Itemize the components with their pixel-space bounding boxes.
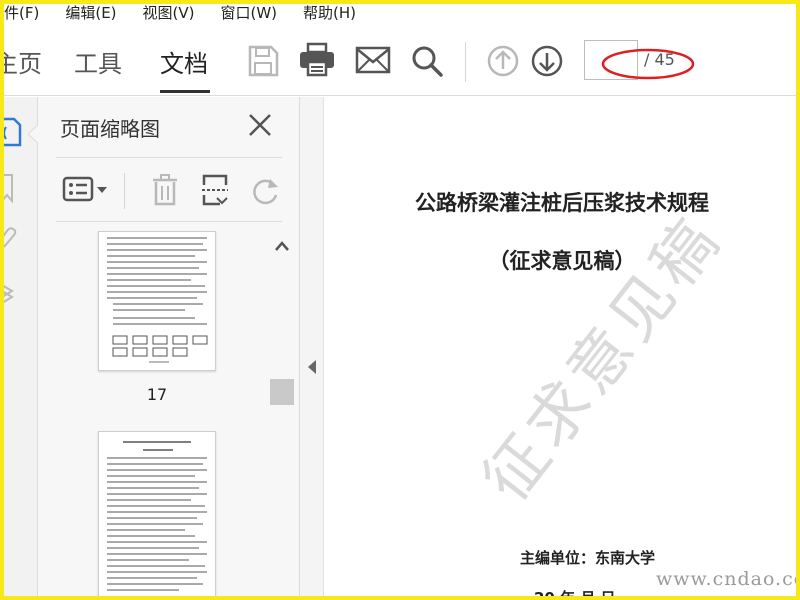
document-date-line: 20 年 月 日 [534, 589, 616, 600]
navigation-pane-strip [0, 97, 40, 600]
document-view[interactable]: 征求意见稿 公路桥梁灌注桩后压浆技术规程 （征求意见稿） 主编单位：东南大学 2… [324, 97, 800, 600]
scrollbar-thumb[interactable] [270, 379, 294, 405]
tab-document[interactable]: 文档 [160, 44, 208, 79]
panel-divider [56, 157, 282, 158]
search-icon[interactable] [410, 44, 444, 78]
options-menu-icon[interactable] [62, 175, 110, 205]
menu-file[interactable]: 件(F) [4, 2, 39, 23]
document-watermark: 征求意见稿 [468, 201, 736, 515]
document-subtitle: （征求意见稿） [488, 248, 636, 273]
print-icon[interactable] [298, 42, 336, 78]
rotate-icon[interactable] [248, 175, 282, 207]
toolbar-divider [465, 42, 466, 82]
active-tab-indicator [160, 90, 210, 93]
menu-window[interactable]: 窗口(W) [221, 2, 278, 23]
bookmarks-icon[interactable] [0, 173, 16, 203]
thumbnail-list: 17 [38, 227, 300, 600]
menu-edit[interactable]: 编辑(E) [65, 2, 116, 23]
menu-view[interactable]: 视图(V) [143, 2, 195, 23]
panel-divider [56, 221, 282, 222]
page-thumbnails-icon[interactable] [0, 117, 22, 147]
panel-title: 页面缩略图 [60, 117, 160, 141]
site-watermark: www.cndao.com [656, 568, 800, 590]
menu-help[interactable]: 帮助(H) [303, 2, 356, 23]
annotation-ellipse [601, 48, 695, 80]
main-toolbar: 主页 工具 文档 / 45 [0, 24, 800, 96]
page-thumbnail[interactable] [98, 231, 216, 371]
attachments-icon[interactable] [0, 225, 18, 251]
document-title: 公路桥梁灌注桩后压浆技术规程 [415, 190, 709, 215]
thumbnail-preview [107, 237, 208, 363]
previous-page-icon[interactable] [486, 44, 520, 78]
layers-icon[interactable] [0, 279, 20, 305]
tab-tools[interactable]: 工具 [74, 44, 122, 79]
menu-bar: 件(F) 编辑(E) 视图(V) 窗口(W) 帮助(H) [0, 0, 800, 24]
page-thumbnail[interactable] [98, 431, 216, 600]
scroll-up-icon[interactable] [274, 239, 290, 253]
close-icon[interactable] [246, 111, 274, 139]
tab-home[interactable]: 主页 [0, 44, 42, 79]
document-editor-line: 主编单位：东南大学 [520, 549, 656, 567]
tool-divider [124, 173, 125, 209]
thumbnail-preview [107, 441, 207, 591]
page-thumbnails-panel: 页面缩略图 17 [38, 97, 300, 600]
collapse-arrow-icon[interactable] [307, 359, 317, 375]
extract-icon[interactable] [200, 173, 230, 207]
panel-collapse-handle[interactable] [300, 97, 324, 600]
save-icon[interactable] [246, 44, 280, 78]
email-icon[interactable] [355, 46, 391, 74]
delete-icon[interactable] [150, 173, 180, 207]
next-page-icon[interactable] [530, 44, 564, 78]
thumbnail-page-label: 17 [146, 385, 168, 404]
